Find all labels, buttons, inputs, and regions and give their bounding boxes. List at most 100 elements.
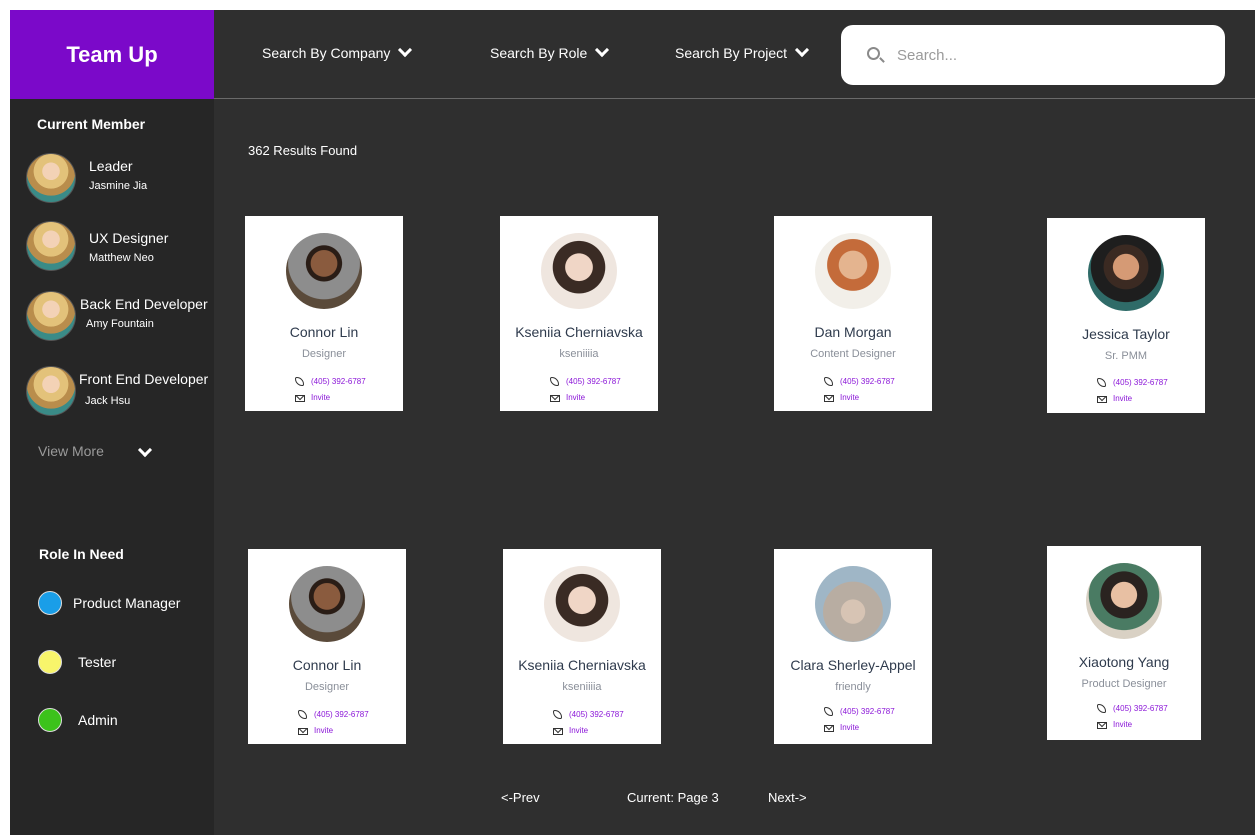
results-count: 362 Results Found xyxy=(248,143,358,158)
profile-card[interactable]: Xiaotong Yang Product Designer (405) 392… xyxy=(1047,546,1201,740)
profile-card[interactable]: Connor Lin Designer (405) 392-6787 Invit… xyxy=(248,549,406,744)
contact-info: (405) 392-6787 Invite xyxy=(824,374,895,406)
avatar xyxy=(26,153,76,203)
member-item[interactable]: Back End Developer Amy Fountain xyxy=(26,289,212,341)
phone-number: (405) 392-6787 xyxy=(840,707,895,716)
member-name: Jasmine Jia xyxy=(89,180,148,192)
profile-name: Connor Lin xyxy=(289,324,359,340)
profile-card[interactable]: Kseniia Cherniavska kseniiiia (405) 392-… xyxy=(500,216,658,411)
profile-subtitle: friendly xyxy=(835,681,871,693)
invite-link[interactable]: Invite xyxy=(550,390,621,406)
invite-link[interactable]: Invite xyxy=(295,390,366,406)
avatar xyxy=(26,366,76,416)
member-item[interactable]: Front End Developer Jack Hsu xyxy=(26,364,212,416)
role-in-need-title: Role In Need xyxy=(39,546,124,562)
invite-link[interactable]: Invite xyxy=(824,390,895,406)
chevron-down-icon xyxy=(398,42,413,58)
phone-link[interactable]: (405) 392-6787 xyxy=(298,707,369,723)
phone-link[interactable]: (405) 392-6787 xyxy=(550,374,621,390)
profile-subtitle: Sr. PMM xyxy=(1104,350,1148,362)
profile-card[interactable]: Kseniia Cherniavska kseniiiia (405) 392-… xyxy=(503,549,661,744)
member-item[interactable]: Leader Jasmine Jia xyxy=(26,151,212,203)
view-more-button[interactable]: View More xyxy=(38,443,104,459)
invite-link[interactable]: Invite xyxy=(1097,391,1168,407)
phone-link[interactable]: (405) 392-6787 xyxy=(295,374,366,390)
profile-photo xyxy=(289,566,365,642)
search-icon xyxy=(867,47,880,60)
role-need-tester[interactable]: Tester xyxy=(38,650,158,676)
app-logo[interactable]: Team Up xyxy=(10,10,214,99)
phone-link[interactable]: (405) 392-6787 xyxy=(824,704,895,720)
role-need-label: Admin xyxy=(78,712,118,728)
app-window: Team Up Current Member Leader Jasmine Ji… xyxy=(10,10,1255,835)
profile-card[interactable]: Clara Sherley-Appel friendly (405) 392-6… xyxy=(774,549,932,744)
profile-photo xyxy=(544,566,620,642)
phone-link[interactable]: (405) 392-6787 xyxy=(1097,701,1168,717)
role-need-admin[interactable]: Admin xyxy=(38,708,158,734)
invite-label: Invite xyxy=(1113,394,1133,403)
filter-company-dropdown[interactable]: Search By Company xyxy=(262,42,413,61)
search-bar[interactable] xyxy=(841,25,1225,85)
mail-icon xyxy=(824,395,834,402)
search-input[interactable] xyxy=(897,41,1197,69)
phone-number: (405) 392-6787 xyxy=(311,377,366,386)
member-role: Leader xyxy=(89,158,133,174)
invite-link[interactable]: Invite xyxy=(824,720,895,736)
mail-icon xyxy=(295,395,305,402)
profile-name: Jessica Taylor xyxy=(1082,326,1170,342)
chevron-down-icon[interactable] xyxy=(137,442,153,458)
profile-name: Xiaotong Yang xyxy=(1078,654,1170,670)
member-role: Back End Developer xyxy=(80,296,208,312)
phone-link[interactable]: (405) 392-6787 xyxy=(553,707,624,723)
status-dot-icon xyxy=(38,591,62,615)
top-bar: Search By Company Search By Role Search … xyxy=(214,10,1255,99)
profile-photo xyxy=(541,233,617,309)
phone-link[interactable]: (405) 392-6787 xyxy=(1097,375,1168,391)
contact-info: (405) 392-6787 Invite xyxy=(553,707,624,739)
invite-link[interactable]: Invite xyxy=(1097,717,1168,733)
current-page-indicator: Current: Page 3 xyxy=(627,790,719,805)
profile-card[interactable]: Connor Lin Designer (405) 392-6787 Invit… xyxy=(245,216,403,411)
mail-icon xyxy=(550,395,560,402)
profile-subtitle: Content Designer xyxy=(810,348,896,360)
profile-card[interactable]: Jessica Taylor Sr. PMM (405) 392-6787 In… xyxy=(1047,218,1205,413)
filter-project-dropdown[interactable]: Search By Project xyxy=(675,42,810,61)
contact-info: (405) 392-6787 Invite xyxy=(1097,701,1168,733)
phone-link[interactable]: (405) 392-6787 xyxy=(824,374,895,390)
profile-name: Clara Sherley-Appel xyxy=(790,657,916,673)
filter-label: Search By Role xyxy=(490,45,588,61)
phone-number: (405) 392-6787 xyxy=(840,377,895,386)
chevron-down-icon xyxy=(794,42,810,58)
profile-card[interactable]: Dan Morgan Content Designer (405) 392-67… xyxy=(774,216,932,411)
invite-link[interactable]: Invite xyxy=(553,723,624,739)
profile-photo xyxy=(815,566,891,642)
profile-subtitle: Designer xyxy=(304,681,350,693)
phone-icon xyxy=(550,377,559,386)
member-name: Amy Fountain xyxy=(86,318,154,330)
profile-name: Kseniia Cherniavska xyxy=(518,657,646,673)
contact-info: (405) 392-6787 Invite xyxy=(295,374,366,406)
avatar xyxy=(26,291,76,341)
role-need-label: Product Manager xyxy=(73,595,181,611)
status-dot-icon xyxy=(38,708,62,732)
profile-subtitle: kseniiiia xyxy=(559,348,599,360)
member-item[interactable]: UX Designer Matthew Neo xyxy=(26,219,212,271)
filter-role-dropdown[interactable]: Search By Role xyxy=(490,42,610,61)
phone-number: (405) 392-6787 xyxy=(1113,378,1168,387)
invite-link[interactable]: Invite xyxy=(298,723,369,739)
next-page-link[interactable]: Next-> xyxy=(768,790,807,805)
role-need-product-manager[interactable]: Product Manager xyxy=(38,591,208,617)
phone-icon xyxy=(824,377,833,386)
prev-page-link[interactable]: <-Prev xyxy=(501,790,540,805)
member-name: Jack Hsu xyxy=(85,395,131,407)
phone-number: (405) 392-6787 xyxy=(314,710,369,719)
phone-icon xyxy=(824,707,833,716)
phone-number: (405) 392-6787 xyxy=(566,377,621,386)
invite-label: Invite xyxy=(840,723,860,732)
phone-icon xyxy=(298,710,307,719)
profile-photo xyxy=(286,233,362,309)
profile-photo xyxy=(815,233,891,309)
profile-subtitle: Designer xyxy=(301,348,347,360)
current-member-title: Current Member xyxy=(37,116,146,132)
mail-icon xyxy=(1097,396,1107,403)
